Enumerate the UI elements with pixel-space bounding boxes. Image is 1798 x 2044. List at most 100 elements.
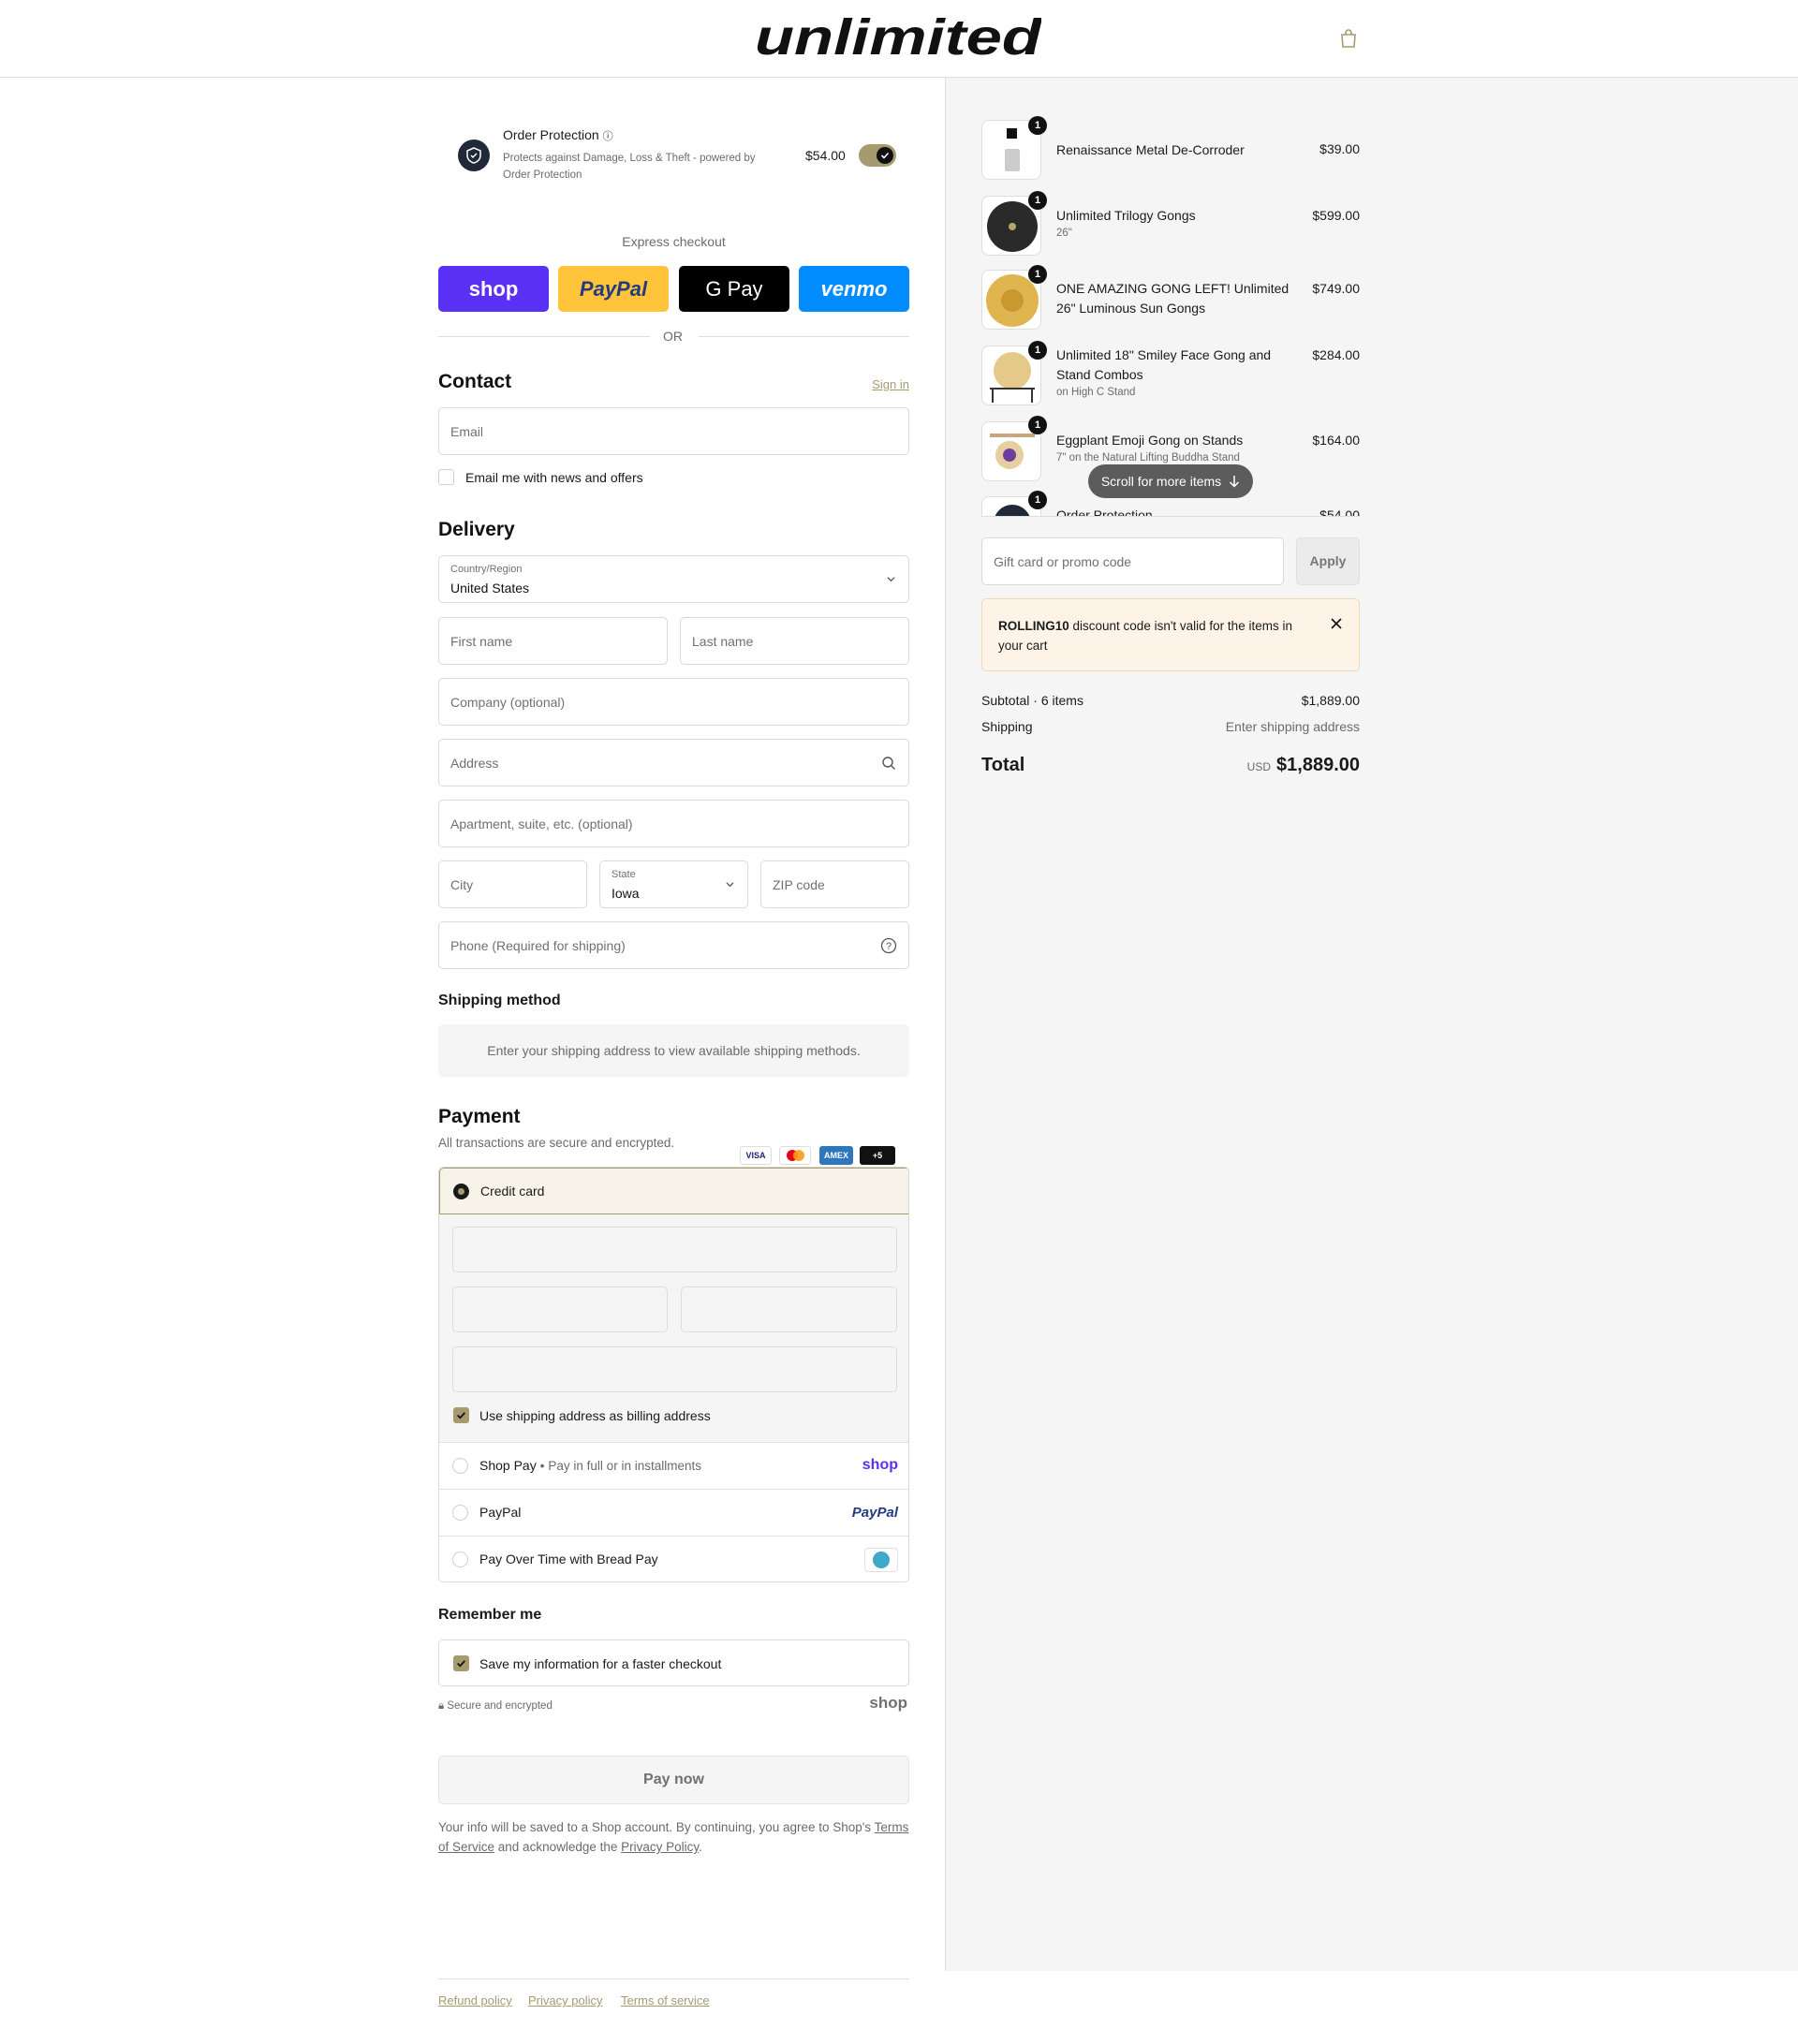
privacy-link[interactable]: Privacy Policy — [621, 1840, 699, 1854]
item-price: $39.00 — [1319, 141, 1360, 156]
email-field[interactable]: Email — [438, 407, 909, 455]
shop-pay-logo: shop — [862, 1457, 898, 1473]
card-number-field[interactable] — [452, 1227, 897, 1272]
shipping-method-heading: Shipping method — [438, 993, 561, 1008]
close-icon[interactable] — [1331, 618, 1342, 629]
chevron-down-icon — [726, 882, 734, 888]
delivery-heading: Delivery — [438, 519, 515, 540]
address-field[interactable]: Address — [438, 739, 909, 787]
google-pay-express-button[interactable]: G Pay — [679, 266, 789, 312]
visa-icon: VISA — [740, 1146, 772, 1165]
billing-same-label: Use shipping address as billing address — [479, 1408, 711, 1423]
company-field[interactable]: Company (optional) — [438, 678, 909, 726]
cart-divider — [981, 516, 1360, 517]
shipping-value: Enter shipping address — [1225, 719, 1360, 734]
svg-text:?: ? — [886, 941, 892, 952]
shop-pay-express-button[interactable]: shop — [438, 266, 549, 312]
credit-card-option[interactable]: Credit card — [439, 1168, 908, 1214]
card-details: Use shipping address as billing address — [439, 1214, 908, 1442]
item-name: Unlimited 18" Smiley Face Gong and Stand… — [1056, 347, 1272, 382]
privacy-policy-link[interactable]: Privacy policy — [528, 1993, 602, 2007]
card-name-field[interactable] — [452, 1346, 897, 1392]
state-select[interactable]: State Iowa — [599, 860, 748, 908]
item-name: Eggplant Emoji Gong on Stands — [1056, 433, 1244, 448]
check-icon — [877, 147, 893, 164]
currency-code: USD — [1246, 760, 1272, 773]
shipping-label: Shipping — [981, 719, 1033, 734]
card-expiry-field[interactable] — [452, 1287, 668, 1332]
item-price: $284.00 — [1312, 347, 1360, 362]
item-price: $749.00 — [1312, 281, 1360, 296]
phone-field[interactable]: Phone (Required for shipping) ? — [438, 921, 909, 969]
item-name: Unlimited Trilogy Gongs — [1056, 208, 1196, 223]
unlimited-logo[interactable]: unlimited — [755, 13, 1041, 62]
item-price: $164.00 — [1312, 433, 1360, 448]
subtotal-label: Subtotal · 6 items — [981, 693, 1083, 708]
pay-now-button[interactable]: Pay now — [438, 1756, 909, 1804]
item-variant: 7" on the Natural Lifting Buddha Stand — [1056, 452, 1240, 463]
billing-same-checkbox[interactable] — [453, 1407, 469, 1423]
item-name: ONE AMAZING GONG LEFT! Unlimited 26" Lum… — [1056, 281, 1290, 316]
order-protection-toggle[interactable] — [859, 144, 896, 167]
apartment-field[interactable]: Apartment, suite, etc. (optional) — [438, 800, 909, 847]
footer-divider — [438, 1978, 909, 1979]
paypal-logo: PayPal — [851, 1505, 898, 1521]
lock-icon: 🔒︎ — [438, 1700, 445, 1712]
total-value: USD $1,889.00 — [1246, 755, 1360, 775]
item-qty-badge: 1 — [1028, 191, 1047, 210]
sign-in-link[interactable]: Sign in — [872, 377, 909, 391]
scroll-more-button[interactable]: Scroll for more items — [1088, 464, 1253, 498]
last-name-field[interactable]: Last name — [680, 617, 909, 665]
search-icon — [882, 757, 895, 770]
header: unlimited — [0, 0, 1798, 78]
item-price: $54.00 — [1319, 507, 1360, 516]
mastercard-icon — [779, 1146, 811, 1165]
venmo-express-button[interactable]: venmo — [799, 266, 909, 312]
save-info-label: Save my information for a faster checkou… — [479, 1656, 722, 1671]
payment-heading: Payment — [438, 1106, 521, 1127]
item-qty-badge: 1 — [1028, 416, 1047, 434]
paypal-radio[interactable] — [452, 1505, 468, 1521]
first-name-field[interactable]: First name — [438, 617, 668, 665]
item-price: $599.00 — [1312, 208, 1360, 223]
discount-error-banner: ROLLING10 discount code isn't valid for … — [981, 598, 1360, 671]
help-icon[interactable]: ? — [880, 937, 897, 954]
bread-pay-option[interactable]: Pay Over Time with Bread Pay — [439, 1536, 908, 1581]
secure-note: 🔒︎ Secure and encrypted — [438, 1700, 553, 1712]
shop-pay-radio[interactable] — [452, 1458, 468, 1474]
newsletter-checkbox[interactable] — [438, 469, 454, 485]
save-info-checkbox[interactable] — [453, 1655, 469, 1671]
order-protection-title: Order Protection ⓘ — [503, 127, 613, 142]
subtotal-value: $1,889.00 — [1301, 693, 1360, 708]
legal-text: Your info will be saved to a Shop accoun… — [438, 1820, 909, 1854]
info-icon[interactable]: ⓘ — [603, 131, 613, 142]
card-cvv-field[interactable] — [681, 1287, 897, 1332]
shop-logo: shop — [869, 1694, 907, 1712]
refund-policy-link[interactable]: Refund policy — [438, 1993, 512, 2007]
payment-subtitle: All transactions are secure and encrypte… — [438, 1136, 675, 1150]
bread-pay-radio[interactable] — [452, 1551, 468, 1567]
express-checkout-label: Express checkout — [622, 234, 726, 249]
chevron-down-icon — [887, 577, 895, 582]
shop-pay-option[interactable]: Shop Pay • Pay in full or in installment… — [439, 1442, 908, 1489]
item-qty-badge: 1 — [1028, 491, 1047, 509]
remember-me-heading: Remember me — [438, 1607, 542, 1623]
paypal-option[interactable]: PayPal PayPal — [439, 1489, 908, 1536]
item-name: Order Protection — [1056, 507, 1153, 516]
save-info-box: Save my information for a faster checkou… — [438, 1640, 909, 1686]
item-qty-badge: 1 — [1028, 265, 1047, 284]
terms-of-service-link[interactable]: Terms of service — [621, 1993, 710, 2007]
city-field[interactable]: City — [438, 860, 587, 908]
country-select[interactable]: Country/Region United States — [438, 555, 909, 603]
payment-methods: Credit card Use shipping address as bill… — [438, 1167, 909, 1582]
credit-card-radio[interactable] — [453, 1184, 469, 1199]
paypal-express-button[interactable]: PayPal — [558, 266, 669, 312]
shopping-bag-icon[interactable] — [1339, 28, 1358, 49]
more-cards-badge: +5 — [860, 1146, 895, 1165]
total-label: Total — [981, 755, 1025, 775]
zip-field[interactable]: ZIP code — [760, 860, 909, 908]
promo-code-field[interactable]: Gift card or promo code — [981, 537, 1284, 585]
apply-button[interactable]: Apply — [1296, 537, 1360, 585]
order-protection-desc: Protects against Damage, Loss & Theft - … — [503, 153, 756, 181]
contact-heading: Contact — [438, 371, 512, 392]
